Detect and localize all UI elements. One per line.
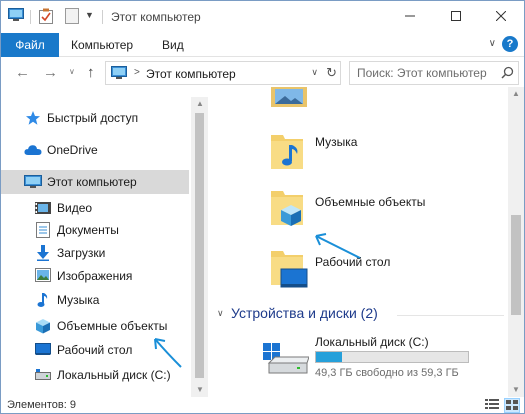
- tab-computer[interactable]: Компьютер: [71, 38, 133, 52]
- sidebar-item-pictures[interactable]: Изображения: [1, 265, 189, 287]
- sidebar-item-downloads[interactable]: Загрузки: [1, 242, 189, 264]
- scroll-down-icon[interactable]: ▼: [196, 385, 204, 394]
- forward-button[interactable]: →: [43, 64, 58, 81]
- back-button[interactable]: ←: [15, 64, 30, 81]
- sidebar-item-onedrive[interactable]: OneDrive: [1, 139, 189, 161]
- sidebar-item-label: Локальный диск (C:): [57, 368, 171, 382]
- chevron-down-icon[interactable]: ∨: [311, 67, 318, 78]
- window-title: Этот компьютер: [111, 10, 201, 24]
- windows-drive-icon: [263, 343, 310, 380]
- folder-item-music[interactable]: Музыка: [269, 131, 499, 191]
- title-separator: [102, 10, 103, 24]
- sidebar-item-3d-objects[interactable]: Объемные объекты: [1, 315, 189, 337]
- breadcrumb[interactable]: Этот компьютер: [146, 67, 236, 81]
- sidebar-scroll-thumb[interactable]: [195, 113, 204, 378]
- new-folder-icon[interactable]: [65, 8, 79, 27]
- video-icon: [35, 200, 51, 219]
- status-bar: Элементов: 9: [1, 397, 524, 413]
- devices-group-header[interactable]: Устройства и диски (2): [231, 305, 378, 321]
- navigation-pane: Быстрый доступ OneDrive Этот компьютер В…: [1, 97, 191, 397]
- 3d-objects-icon: [35, 318, 51, 337]
- sidebar-scrollbar[interactable]: ▲ ▼: [191, 97, 208, 397]
- refresh-icon[interactable]: ↻: [326, 65, 337, 81]
- expand-ribbon-icon[interactable]: ∨: [489, 38, 496, 49]
- folder-item-desktop[interactable]: Рабочий стол: [269, 247, 499, 307]
- sidebar-item-label: Музыка: [57, 293, 100, 307]
- properties-icon[interactable]: [39, 8, 53, 27]
- search-input[interactable]: [350, 62, 500, 84]
- address-bar[interactable]: > Этот компьютер ∨ ↻: [105, 61, 341, 85]
- sidebar-item-label: Видео: [57, 201, 93, 215]
- content-pane: Музыка Объемные объекты Рабочий стол ∨ У…: [209, 87, 506, 397]
- sidebar-item-label: OneDrive: [47, 143, 98, 157]
- close-button[interactable]: [478, 1, 524, 31]
- folder-label: Музыка: [315, 135, 358, 149]
- folder-label: Рабочий стол: [315, 255, 391, 269]
- folder-item-3d-objects[interactable]: Объемные объекты: [269, 187, 499, 247]
- music-folder-icon: [269, 131, 305, 174]
- sidebar-item-label: Быстрый доступ: [47, 111, 139, 125]
- pictures-folder-icon[interactable]: [271, 87, 307, 110]
- cloud-icon: [24, 144, 42, 159]
- pictures-icon: [35, 268, 51, 285]
- search-icon[interactable]: [501, 66, 514, 82]
- minimize-button[interactable]: [387, 1, 433, 31]
- collapse-group-icon[interactable]: ∨: [217, 308, 224, 319]
- title-separator: [30, 10, 31, 24]
- sidebar-item-desktop[interactable]: Рабочий стол: [1, 339, 189, 361]
- maximize-button[interactable]: [433, 1, 479, 31]
- group-divider: [397, 315, 504, 316]
- sidebar-item-quick-access[interactable]: Быстрый доступ: [1, 107, 189, 129]
- drive-name: Локальный диск (C:): [315, 335, 429, 349]
- scroll-up-icon[interactable]: ▲: [512, 89, 520, 98]
- help-icon[interactable]: ?: [502, 36, 518, 52]
- title-bar: ▼ Этот компьютер: [1, 1, 524, 33]
- computer-icon: [111, 66, 127, 83]
- sidebar-item-label: Изображения: [57, 269, 133, 283]
- computer-icon: [24, 175, 42, 192]
- scroll-up-icon[interactable]: ▲: [196, 99, 204, 108]
- up-button[interactable]: ↑: [87, 64, 95, 81]
- 3d-objects-folder-icon: [269, 187, 305, 230]
- sidebar-item-label: Рабочий стол: [57, 343, 133, 357]
- folder-label: Объемные объекты: [315, 195, 426, 209]
- scroll-down-icon[interactable]: ▼: [512, 385, 520, 394]
- explorer-window: ▼ Этот компьютер Файл Компьютер Вид ∨ ? …: [0, 0, 525, 414]
- downloads-icon: [36, 245, 50, 264]
- sidebar-item-label: Объемные объекты: [57, 319, 168, 333]
- customize-quick-access-icon[interactable]: ▼: [85, 10, 94, 20]
- tab-file[interactable]: Файл: [1, 33, 59, 57]
- music-icon: [36, 292, 50, 311]
- desktop-folder-icon: [269, 247, 309, 292]
- disk-usage-fill: [316, 352, 342, 362]
- sidebar-item-music[interactable]: Музыка: [1, 289, 189, 311]
- computer-icon[interactable]: [8, 8, 24, 25]
- sidebar-item-documents[interactable]: Документы: [1, 219, 189, 241]
- sidebar-item-video[interactable]: Видео: [1, 197, 189, 219]
- search-box[interactable]: [349, 61, 519, 85]
- star-icon: [25, 110, 41, 129]
- drive-free-space: 49,3 ГБ свободно из 59,3 ГБ: [315, 367, 459, 379]
- breadcrumb-chevron-icon[interactable]: >: [134, 67, 140, 78]
- tab-view[interactable]: Вид: [162, 38, 184, 52]
- sidebar-item-this-pc[interactable]: Этот компьютер: [1, 170, 189, 194]
- details-view-icon[interactable]: [485, 398, 501, 413]
- disk-usage-bar: [315, 351, 469, 363]
- sidebar-item-local-disk[interactable]: Локальный диск (C:): [1, 364, 189, 386]
- large-icons-view-icon[interactable]: [504, 398, 520, 413]
- ribbon: Файл Компьютер Вид ∨ ?: [1, 33, 524, 57]
- content-scrollbar[interactable]: ▲ ▼: [508, 87, 524, 397]
- drive-icon: [35, 369, 51, 384]
- content-scroll-thumb[interactable]: [511, 215, 521, 315]
- sidebar-item-label: Документы: [57, 223, 119, 237]
- documents-icon: [36, 222, 50, 241]
- sidebar-item-label: Загрузки: [57, 246, 106, 260]
- recent-locations-button[interactable]: ∨: [69, 67, 75, 76]
- item-count: Элементов: 9: [7, 399, 76, 411]
- sidebar-item-label: Этот компьютер: [47, 175, 137, 189]
- desktop-icon: [35, 342, 51, 359]
